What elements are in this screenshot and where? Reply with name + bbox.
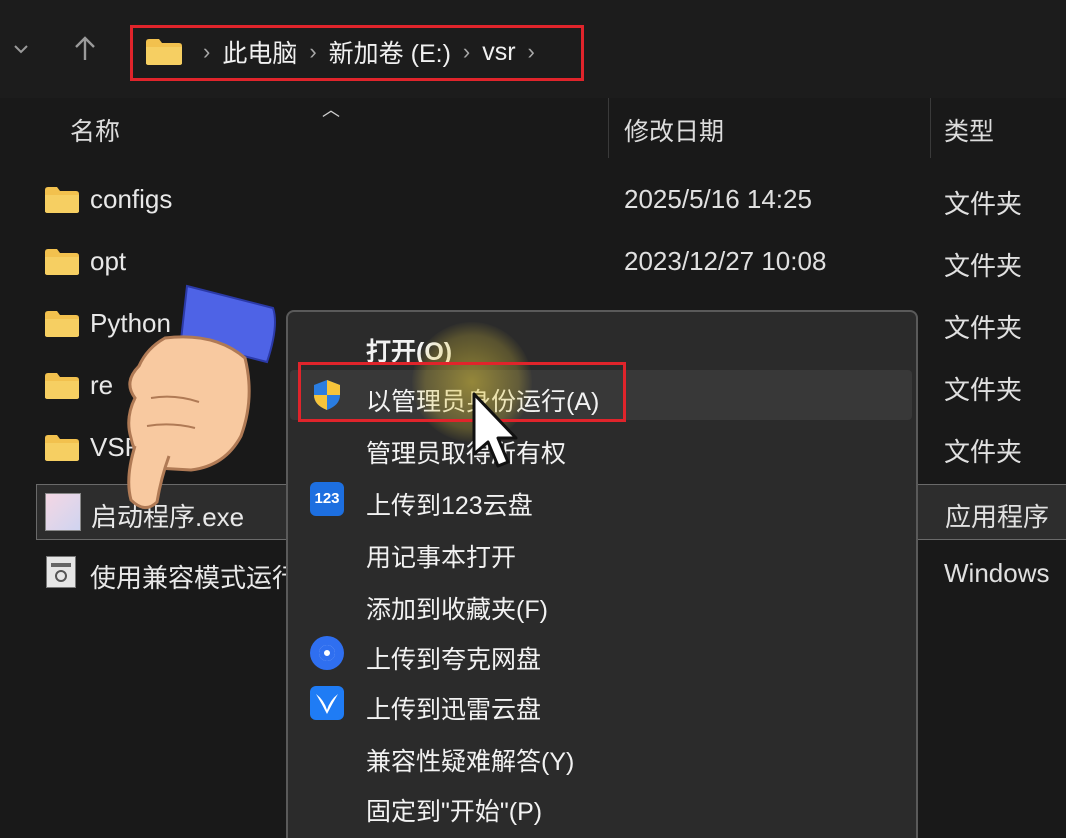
column-header-type[interactable]: 类型 <box>944 112 994 148</box>
folder-icon <box>45 311 79 337</box>
file-name: configs <box>90 184 173 214</box>
quark-icon <box>310 636 344 670</box>
column-divider[interactable] <box>930 98 931 158</box>
mouse-cursor-icon <box>472 392 518 468</box>
file-explorer-window: › 此电脑 › 新加卷 (E:) › vsr › ︿ 名称 修改日期 类型 co… <box>0 0 1066 838</box>
123-cloud-icon: 123 <box>310 482 344 516</box>
file-type: 文件夹 <box>944 313 1023 343</box>
menu-item-open-notepad[interactable]: 用记事本打开 <box>290 526 912 576</box>
menu-item-take-ownership[interactable]: 管理员取得所有权 <box>290 422 912 472</box>
up-arrow-icon[interactable] <box>72 34 98 64</box>
file-date: 2023/12/27 10:08 <box>624 246 827 276</box>
folder-icon <box>45 249 79 275</box>
batch-file-icon <box>46 556 76 588</box>
xunlei-icon <box>310 686 344 720</box>
file-type: 文件夹 <box>944 375 1023 405</box>
menu-item-add-favorites[interactable]: 添加到收藏夹(F) <box>290 578 912 628</box>
recent-locations-chevron-icon[interactable] <box>10 38 32 60</box>
sort-ascending-icon: ︿ <box>322 100 340 120</box>
menu-item-upload-xunlei[interactable]: 上传到迅雷云盘 <box>290 678 912 728</box>
file-type: 文件夹 <box>944 251 1023 281</box>
file-type: 应用程序 <box>945 502 1050 532</box>
file-date: 2025/5/16 14:25 <box>624 184 812 214</box>
file-type: Windows <box>944 558 1050 588</box>
run-as-admin-highlight-box <box>298 362 626 422</box>
menu-item-upload-123[interactable]: 123 上传到123云盘 <box>290 474 912 524</box>
column-header-name[interactable]: 名称 <box>70 112 120 148</box>
file-type: 文件夹 <box>944 437 1023 467</box>
column-divider[interactable] <box>608 98 609 158</box>
app-icon <box>45 493 81 531</box>
file-name: opt <box>90 246 127 276</box>
file-row[interactable]: configs 2025/5/16 14:25 文件夹 <box>36 172 1066 228</box>
pointing-hand-icon <box>127 284 276 509</box>
file-type: 文件夹 <box>944 189 1023 219</box>
address-highlight-box <box>130 25 584 81</box>
file-name: 使用兼容模式运行 <box>90 563 299 593</box>
folder-icon <box>45 435 79 461</box>
menu-item-pin-start[interactable]: 固定到"开始"(P) <box>290 780 912 830</box>
menu-item-upload-quark[interactable]: 上传到夸克网盘 <box>290 628 912 678</box>
folder-icon <box>45 187 79 213</box>
column-header-row <box>0 98 1066 158</box>
column-header-date[interactable]: 修改日期 <box>624 112 724 148</box>
menu-item-compat-troubleshoot[interactable]: 兼容性疑难解答(Y) <box>290 730 912 780</box>
folder-icon <box>45 373 79 399</box>
